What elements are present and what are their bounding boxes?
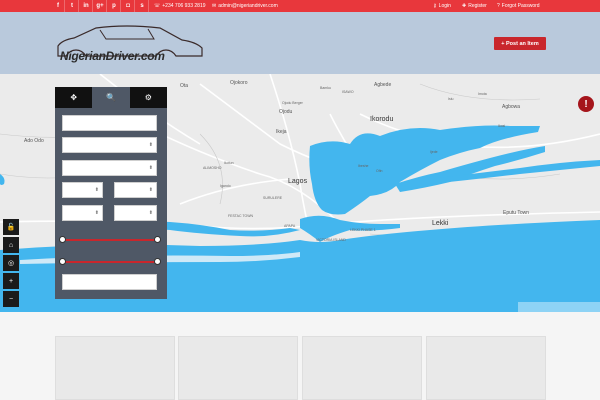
map-label: Lekki bbox=[432, 220, 449, 227]
option-select-left[interactable]: ⬍ bbox=[62, 205, 103, 221]
slider-handle-min[interactable] bbox=[59, 258, 66, 265]
login-label: Login bbox=[438, 3, 451, 9]
select-caret-icon: ⬍ bbox=[94, 187, 99, 193]
map-label: Ikosi bbox=[498, 124, 506, 128]
keyword-input[interactable] bbox=[62, 115, 157, 131]
map-label: Isiu bbox=[448, 97, 454, 101]
min-select[interactable]: ⬍ bbox=[62, 182, 103, 198]
email-contact[interactable]: ✉ admin@nigeriandriver.com bbox=[212, 0, 278, 12]
map-label: Lagos bbox=[288, 178, 308, 185]
instagram-icon[interactable]: ◘ bbox=[122, 0, 135, 12]
map-attribution-bar bbox=[518, 302, 600, 312]
map-label: Ado Odo bbox=[24, 138, 44, 144]
zoom-out-icon[interactable]: − bbox=[3, 291, 19, 307]
map-label: LEKKI PHASE 1 bbox=[350, 228, 376, 232]
zoom-in-icon[interactable]: + bbox=[3, 273, 19, 289]
google-plus-icon[interactable]: g+ bbox=[94, 0, 107, 12]
select-caret-icon: ⬍ bbox=[148, 165, 153, 171]
linkedin-icon[interactable]: in bbox=[80, 0, 93, 12]
option-select-right[interactable]: ⬍ bbox=[114, 205, 157, 221]
logo-text[interactable]: NigerianDriver.com bbox=[60, 49, 165, 63]
email-address[interactable]: admin@nigeriandriver.com bbox=[218, 3, 278, 9]
phone-number: +234 706 933 2819 bbox=[162, 3, 206, 9]
register-label: Register bbox=[468, 3, 487, 9]
map-label: Ikeja bbox=[276, 129, 287, 135]
map-label: Agbede bbox=[374, 82, 392, 88]
map-label: Ojodu bbox=[279, 109, 293, 115]
map-label: VICTORIA ISLAND bbox=[316, 238, 346, 242]
post-item-button[interactable]: + Post an Item bbox=[494, 37, 546, 50]
panel-tabs: ✥ 🔍 ⚙ bbox=[55, 87, 167, 108]
settings-icon[interactable]: ⚙ bbox=[130, 87, 167, 108]
forgot-label: Forgot Password bbox=[501, 3, 540, 9]
select-caret-icon: ⬍ bbox=[148, 187, 153, 193]
top-bar: f t in g+ p ◘ s ☏ +234 706 933 2819 ✉ ad… bbox=[0, 0, 600, 12]
login-link[interactable]: ⚷ Login bbox=[433, 0, 451, 12]
range-slider-1[interactable] bbox=[59, 236, 161, 243]
question-icon: ? bbox=[497, 3, 500, 9]
alert-icon[interactable]: ! bbox=[578, 96, 594, 112]
map-label: Agbowa bbox=[502, 104, 521, 110]
listing-card[interactable] bbox=[55, 336, 175, 400]
map-label: Ota bbox=[180, 83, 189, 89]
map-label: Ikorodu bbox=[370, 116, 394, 123]
map-label: Ofin bbox=[376, 169, 383, 173]
locate-icon[interactable]: ◎ bbox=[3, 255, 19, 271]
add-user-icon: ✚ bbox=[462, 3, 467, 9]
map-label: APAPA bbox=[284, 224, 296, 228]
slider-handle-max[interactable] bbox=[154, 236, 161, 243]
map-label: FESTAC TOWN bbox=[228, 214, 254, 218]
map-label: Ijede bbox=[430, 150, 438, 154]
phone-icon: ☏ bbox=[154, 3, 161, 9]
map-label: SURULERE bbox=[263, 196, 283, 200]
range-slider-2[interactable] bbox=[59, 258, 161, 265]
slider-handle-max[interactable] bbox=[154, 258, 161, 265]
max-select[interactable]: ⬍ bbox=[114, 182, 157, 198]
map-label: Igando bbox=[220, 184, 231, 188]
skype-icon[interactable]: s bbox=[136, 0, 149, 12]
lock-icon[interactable]: 🔓 bbox=[3, 219, 19, 235]
search-icon[interactable]: 🔍 bbox=[92, 87, 130, 108]
map-label: Ojokoro bbox=[230, 80, 248, 86]
phone-contact: ☏ +234 706 933 2819 bbox=[154, 0, 206, 12]
pinterest-icon[interactable]: p bbox=[108, 0, 121, 12]
select-caret-icon: ⬍ bbox=[148, 210, 153, 216]
map-label: Ikotun bbox=[224, 161, 234, 165]
listing-card[interactable] bbox=[178, 336, 298, 400]
envelope-icon: ✉ bbox=[212, 3, 217, 9]
map-label: Eputu Town bbox=[503, 210, 530, 216]
map-label: ISAWO bbox=[342, 90, 354, 94]
move-icon[interactable]: ✥ bbox=[55, 87, 92, 108]
search-submit-field[interactable] bbox=[62, 274, 157, 290]
select-caret-icon: ⬍ bbox=[94, 210, 99, 216]
location-select[interactable]: ⬍ bbox=[62, 160, 157, 176]
home-icon[interactable]: ⌂ bbox=[3, 237, 19, 253]
facebook-icon[interactable]: f bbox=[52, 0, 65, 12]
slider-handle-min[interactable] bbox=[59, 236, 66, 243]
map-label: Imota bbox=[478, 92, 487, 96]
map-label: Ojodu Berger bbox=[282, 101, 303, 105]
forgot-password-link[interactable]: ? Forgot Password bbox=[497, 0, 540, 12]
listing-card[interactable] bbox=[302, 336, 422, 400]
listing-cards bbox=[0, 312, 600, 400]
listing-card[interactable] bbox=[426, 336, 546, 400]
select-caret-icon: ⬍ bbox=[148, 142, 153, 148]
register-link[interactable]: ✚ Register bbox=[462, 0, 487, 12]
map-label: Ibeshe bbox=[358, 164, 369, 168]
category-select[interactable]: ⬍ bbox=[62, 137, 157, 153]
map-label: ALIMOSHO bbox=[203, 166, 222, 170]
map-label: Bamku bbox=[320, 86, 331, 90]
twitter-icon[interactable]: t bbox=[66, 0, 79, 12]
key-icon: ⚷ bbox=[433, 3, 437, 9]
